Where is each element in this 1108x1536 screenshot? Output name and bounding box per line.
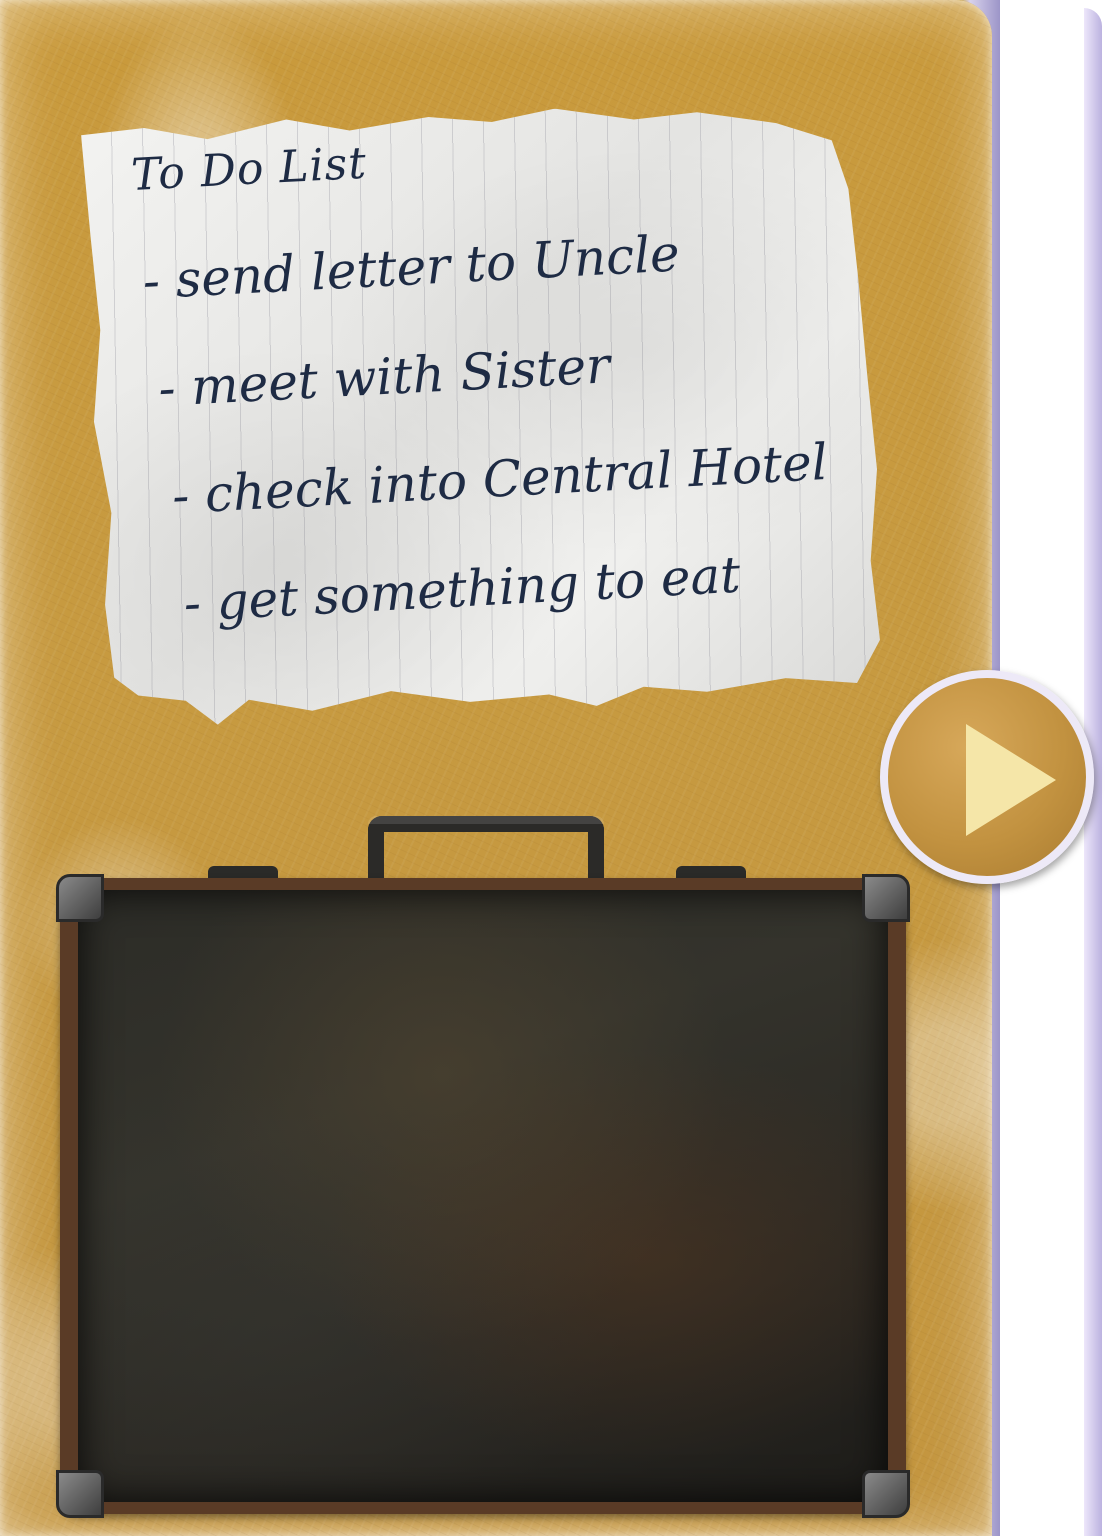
play-icon <box>966 724 1056 836</box>
suitcase-corner <box>862 874 910 922</box>
inventory-slot-area[interactable] <box>78 890 888 1502</box>
play-button[interactable] <box>880 670 1094 884</box>
todo-list: To Do List - send letter to Uncle - meet… <box>130 111 897 684</box>
suitcase-corner <box>56 874 104 922</box>
suitcase-handle <box>368 816 604 886</box>
todo-item: - get something to eat <box>182 545 742 633</box>
todo-item: - check into Central Hotel <box>170 432 829 526</box>
inventory-suitcase[interactable] <box>56 816 910 1518</box>
todo-item: - send letter to Uncle <box>141 224 681 311</box>
suitcase-corner <box>862 1470 910 1518</box>
todo-item: - meet with Sister <box>157 336 612 418</box>
suitcase-corner <box>56 1470 104 1518</box>
game-screen: To Do List - send letter to Uncle - meet… <box>0 0 1108 1536</box>
suitcase-body <box>56 874 910 1518</box>
